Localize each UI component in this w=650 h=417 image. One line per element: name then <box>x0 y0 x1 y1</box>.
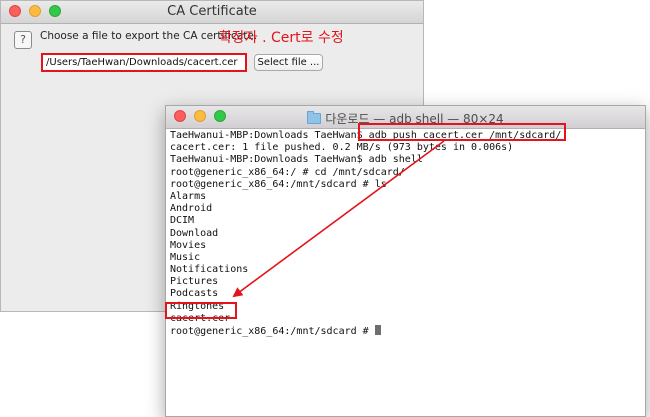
arrow-icon <box>232 140 445 298</box>
